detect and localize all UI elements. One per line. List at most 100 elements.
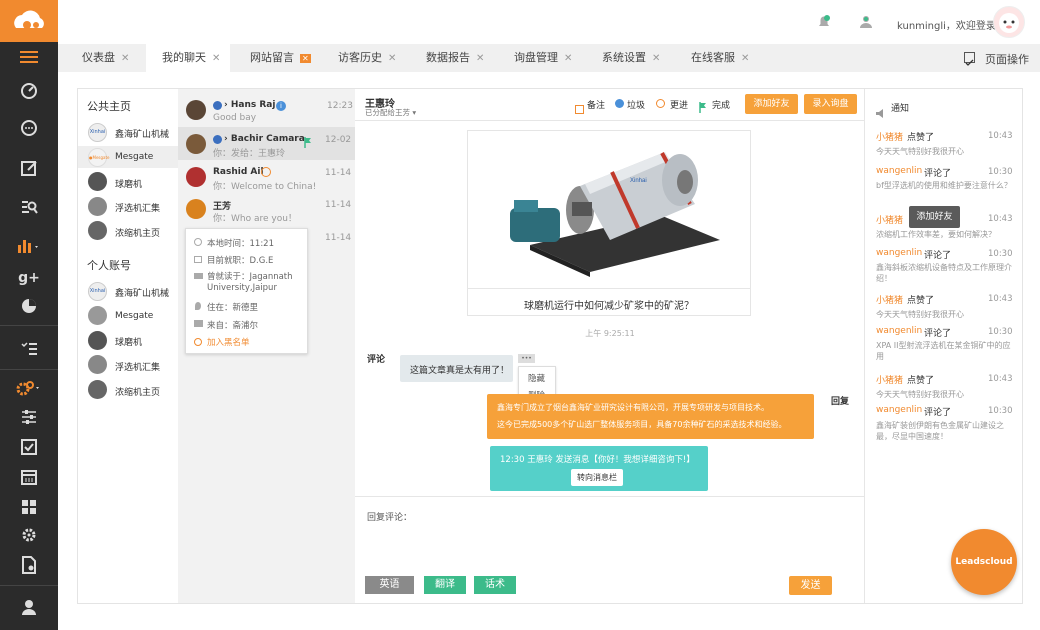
public-page-item[interactable]: 浮选机汇集 xyxy=(115,201,160,214)
enter-inquiry-button[interactable]: 录入询盘 xyxy=(804,94,857,114)
language-english-button[interactable]: 英语 xyxy=(365,576,414,594)
search-list-icon[interactable] xyxy=(0,192,58,220)
document-settings-icon[interactable] xyxy=(0,552,58,578)
user-icon[interactable] xyxy=(0,594,58,620)
avatar[interactable] xyxy=(186,199,206,219)
dashboard-icon[interactable] xyxy=(0,76,58,104)
settings-gears-icon[interactable] xyxy=(0,374,58,402)
note-action[interactable]: 备注 xyxy=(587,98,605,111)
close-icon[interactable]: ✕ xyxy=(476,53,484,64)
hide-menu-item[interactable]: 隐藏 xyxy=(528,372,545,384)
assigned-dropdown[interactable]: 已分配给王芳 ▾ xyxy=(365,107,416,118)
bar-chart-icon[interactable] xyxy=(0,232,58,260)
personal-account-item[interactable]: 浓缩机主页 xyxy=(115,385,160,398)
notification-user[interactable]: wangenlin xyxy=(876,248,922,258)
close-icon[interactable]: ✕ xyxy=(212,53,220,64)
personal-account-item[interactable]: 球磨机 xyxy=(115,335,142,348)
ball-mill-thumb-icon xyxy=(88,331,107,350)
translate-button[interactable]: 翻译 xyxy=(424,576,466,594)
public-page-item[interactable]: 浓缩机主页 xyxy=(115,226,160,239)
tab-dashboard[interactable]: 仪表盘 ✕ xyxy=(72,44,146,72)
post-caption[interactable]: 球磨机运行中如何减少矿浆中的矿泥？ xyxy=(467,297,751,312)
comment-text: 这篇文章真是太有用了！ xyxy=(410,366,510,376)
go-to-message-button[interactable]: 转向消息栏 xyxy=(571,469,623,486)
tab-my-chat[interactable]: 我的聊天 ✕ xyxy=(146,44,230,72)
profile-local-time: 本地时间：11:21 xyxy=(207,239,274,249)
personal-account-item[interactable]: 浮选机汇集 xyxy=(115,360,160,373)
tab-online-service[interactable]: 在线客服 ✕ xyxy=(681,44,765,72)
add-friend-button[interactable]: 添加好友 xyxy=(745,94,798,114)
notification-action: 评论了 xyxy=(924,169,952,179)
personal-account-item[interactable]: 鑫海矿山机械 xyxy=(115,286,169,299)
add-friend-tooltip: 添加好友 xyxy=(909,206,960,228)
send-button[interactable]: 发送 xyxy=(789,576,832,595)
tab-inquiry-management[interactable]: 询盘管理 ✕ xyxy=(504,44,588,72)
notification-user[interactable]: 小猪猪 xyxy=(876,213,903,226)
phrases-button[interactable]: 话术 xyxy=(474,576,516,594)
notification-bell-icon[interactable] xyxy=(816,14,832,34)
close-icon[interactable]: ✕ xyxy=(564,53,572,64)
add-to-blacklist-link[interactable]: 加入黑名单 xyxy=(207,336,250,348)
public-page-item[interactable]: 鑫海矿山机械 xyxy=(115,127,169,140)
close-icon[interactable]: ✕ xyxy=(741,53,749,64)
close-icon[interactable]: ✕ xyxy=(388,53,396,64)
avatar[interactable] xyxy=(993,6,1025,38)
complete-action[interactable]: 完成 xyxy=(712,98,730,111)
avatar[interactable] xyxy=(186,100,206,120)
grid-icon[interactable] xyxy=(0,494,58,520)
profile-school: 曾就读于：Jagannath University,Jaipur xyxy=(207,272,293,293)
tab-website-messages[interactable]: 网站留言 ✕ xyxy=(240,44,324,72)
page-operations[interactable]: 页面操作 xyxy=(985,51,1029,67)
reply-input[interactable]: 回复评论： xyxy=(367,510,412,523)
notification-text: bf型浮选机的使用和维护要注意什么？ xyxy=(876,181,1012,190)
notification-text: 浓缩机工作效率差，要如何解决？ xyxy=(876,230,996,239)
briefcase-icon xyxy=(194,256,202,263)
notification-user[interactable]: wangenlin xyxy=(876,166,922,176)
close-icon[interactable]: ✕ xyxy=(300,54,311,63)
followup-action[interactable]: 更进 xyxy=(670,98,688,111)
more-options-icon[interactable]: ••• xyxy=(518,354,535,363)
notification-user[interactable]: wangenlin xyxy=(876,405,922,415)
tab-visitor-history[interactable]: 访客历史 ✕ xyxy=(328,44,412,72)
edit-icon[interactable] xyxy=(0,154,58,182)
google-plus-icon[interactable]: g+ xyxy=(0,264,58,292)
chat-name[interactable]: Rashid Ail xyxy=(213,167,264,177)
assigned-label: 已分配给王芳 xyxy=(365,108,410,117)
calendar-icon[interactable] xyxy=(0,464,58,490)
chat-icon[interactable] xyxy=(0,114,58,142)
close-icon[interactable]: ✕ xyxy=(652,53,660,64)
cloud-logo-icon[interactable] xyxy=(0,0,58,42)
spam-action[interactable]: 垃圾 xyxy=(627,98,645,111)
close-icon[interactable]: ✕ xyxy=(121,53,129,64)
personal-account-item[interactable]: Mesgate xyxy=(115,311,153,321)
notification-user[interactable]: 小猪猪 xyxy=(876,130,903,143)
ball-mill-image: Xinhai xyxy=(490,140,728,280)
avatar[interactable] xyxy=(186,167,206,187)
chat-name[interactable]: › Bachir Camara xyxy=(224,134,305,144)
info-icon[interactable]: i xyxy=(276,101,286,111)
notification-user[interactable]: 小猪猪 xyxy=(876,373,903,386)
checklist-icon[interactable] xyxy=(0,334,58,362)
public-page-item[interactable]: 球磨机 xyxy=(115,177,142,190)
sliders-icon[interactable] xyxy=(0,404,58,430)
chat-time: 12:23 xyxy=(327,101,353,111)
gear-icon[interactable] xyxy=(0,522,58,548)
tab-data-report[interactable]: 数据报告 ✕ xyxy=(416,44,500,72)
notification-text: 鑫海矿装创伊朗有色金属矿山建设之最，尽显中国速度！ xyxy=(876,421,1004,441)
menu-icon[interactable] xyxy=(0,44,58,70)
public-page-item[interactable]: Mesgate xyxy=(115,152,153,162)
message-person-icon[interactable] xyxy=(858,14,874,34)
checkbox-icon[interactable] xyxy=(0,434,58,460)
notification-user[interactable]: 小猪猪 xyxy=(876,293,903,306)
notification-user[interactable]: wangenlin xyxy=(876,326,922,336)
leadscloud-chat-bubble[interactable]: Leadscloud xyxy=(951,529,1017,595)
avatar[interactable] xyxy=(186,134,206,154)
tab-system-settings[interactable]: 系统设置 ✕ xyxy=(592,44,676,72)
trash-info-icon xyxy=(615,99,624,108)
notification-time: 10:30 xyxy=(988,249,1013,259)
chat-name[interactable]: › Hans Raj xyxy=(224,100,275,110)
reply-bubble[interactable] xyxy=(487,394,814,439)
pie-chart-icon[interactable] xyxy=(0,292,58,320)
checkbox-icon[interactable] xyxy=(964,52,975,66)
chat-preview: 你：发给：王惠玲 xyxy=(213,149,286,159)
